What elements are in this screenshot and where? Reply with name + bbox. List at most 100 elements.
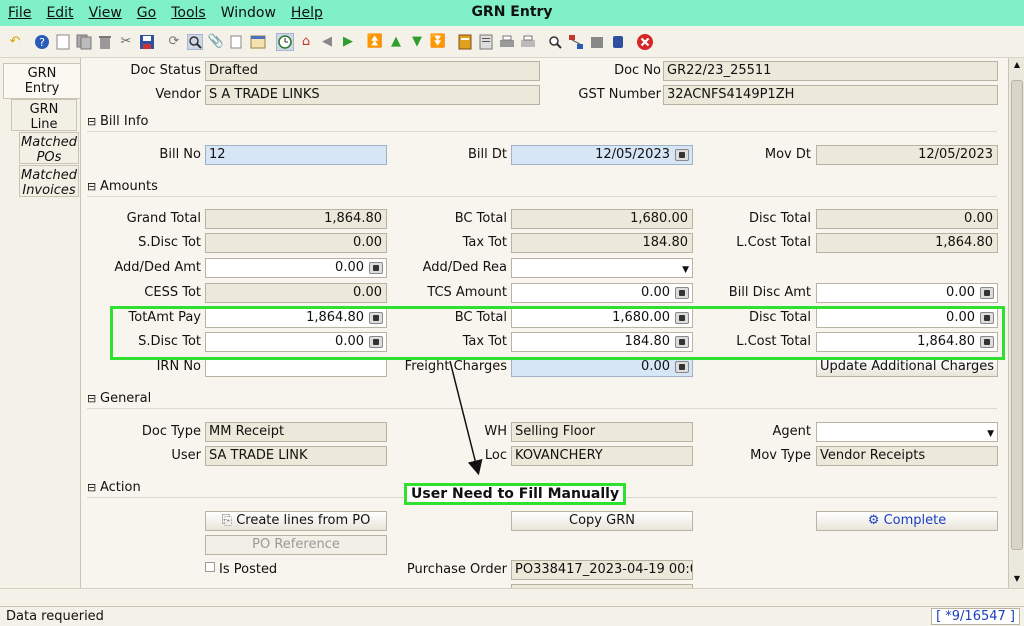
- forward-icon[interactable]: ▶: [339, 33, 357, 51]
- calculator-icon[interactable]: [369, 312, 383, 324]
- collapse-icon: ⊟: [87, 115, 97, 128]
- archive-icon[interactable]: [456, 33, 474, 51]
- complete-label: Complete: [883, 513, 947, 528]
- po-reference-button[interactable]: PO Reference: [205, 535, 387, 555]
- tab-matched-pos[interactable]: Matched POs: [19, 132, 79, 165]
- mov-type-field[interactable]: Vendor Receipts: [816, 446, 998, 466]
- bill-dt-field[interactable]: 12/05/2023: [511, 145, 693, 165]
- tcs-amount-field[interactable]: 0.00: [511, 283, 693, 303]
- workflow-icon[interactable]: [567, 33, 585, 51]
- tab-grn-entry[interactable]: GRN Entry: [3, 63, 80, 99]
- menu-window[interactable]: Window: [213, 5, 283, 21]
- complete-button[interactable]: ⚙ Complete: [816, 511, 998, 531]
- first-record-icon[interactable]: ⏫: [366, 33, 384, 51]
- calculator-icon[interactable]: [980, 336, 994, 348]
- close-icon[interactable]: [636, 33, 654, 51]
- disc-total2-field[interactable]: 0.00: [816, 308, 998, 328]
- calculator-icon[interactable]: [369, 262, 383, 274]
- wh-field[interactable]: Selling Floor: [511, 422, 693, 442]
- user-label: User: [171, 448, 201, 463]
- calculator-icon[interactable]: [675, 287, 689, 299]
- attachment-icon[interactable]: 📎: [207, 33, 225, 51]
- find-icon[interactable]: [186, 33, 204, 51]
- vendor-field[interactable]: S A TRADE LINKS: [205, 85, 540, 105]
- scroll-up-icon[interactable]: ▲: [1011, 60, 1023, 72]
- irn-no-field[interactable]: [205, 357, 387, 377]
- menu-tools[interactable]: Tools: [163, 5, 213, 21]
- menu-view[interactable]: View: [81, 5, 129, 21]
- refresh-icon[interactable]: ⟳: [165, 33, 183, 51]
- bill-no-field[interactable]: 12: [205, 145, 387, 165]
- menu-edit[interactable]: Edit: [38, 5, 80, 21]
- sdisc-tot-label: S.Disc Tot: [138, 235, 201, 250]
- gst-number-field: 32ACNFS4149P1ZH: [663, 85, 998, 105]
- section-bill-info[interactable]: ⊟ Bill Info: [87, 112, 997, 132]
- product-info-icon[interactable]: [609, 33, 627, 51]
- bill-disc-amt-field[interactable]: 0.00: [816, 283, 998, 303]
- undo-icon[interactable]: ↶: [6, 33, 24, 51]
- next-record-icon[interactable]: ▼: [408, 33, 426, 51]
- tab-matched-invoices[interactable]: Matched Invoices: [19, 165, 79, 198]
- zoom-icon[interactable]: [546, 33, 564, 51]
- section-general[interactable]: ⊟ General: [87, 389, 997, 409]
- lcost-total2-field[interactable]: 1,864.80: [816, 332, 998, 352]
- cess-tot-label: CESS Tot: [144, 285, 201, 300]
- agent-select[interactable]: ▼: [816, 422, 998, 442]
- calculator-icon[interactable]: [675, 361, 689, 373]
- delete-icon[interactable]: [96, 33, 114, 51]
- tax-tot2-field[interactable]: 184.80: [511, 332, 693, 352]
- back-icon[interactable]: ◀: [318, 33, 336, 51]
- calculator-icon[interactable]: [675, 312, 689, 324]
- create-lines-from-po-button[interactable]: ⎘ Create lines from PO: [205, 511, 387, 531]
- doc-type-field[interactable]: MM Receipt: [205, 422, 387, 442]
- process-icon[interactable]: [588, 33, 606, 51]
- history-icon[interactable]: [249, 33, 267, 51]
- totamt-pay-field[interactable]: 1,864.80: [205, 308, 387, 328]
- loc-label: Loc: [484, 448, 507, 463]
- report-icon[interactable]: [276, 32, 294, 51]
- bc-total2-field[interactable]: 1,680.00: [511, 308, 693, 328]
- save-icon[interactable]: [138, 33, 156, 51]
- calculator-icon[interactable]: [675, 336, 689, 348]
- previous-record-icon[interactable]: ▲: [387, 33, 405, 51]
- menu-file-label: File: [8, 5, 32, 21]
- calendar-icon[interactable]: [675, 149, 689, 161]
- copy-grn-button[interactable]: Copy GRN: [511, 511, 693, 531]
- copy-icon[interactable]: [75, 33, 93, 51]
- chat-icon[interactable]: [228, 33, 246, 51]
- calculator-icon[interactable]: [980, 312, 994, 324]
- sdisc-tot2-field[interactable]: 0.00: [205, 332, 387, 352]
- last-record-icon[interactable]: ⏬: [429, 33, 447, 51]
- record-info[interactable]: [ *9/16547 ]: [931, 608, 1020, 625]
- loc-field[interactable]: KOVANCHERY: [511, 446, 693, 466]
- new-icon[interactable]: [54, 33, 72, 51]
- menu-file[interactable]: File: [0, 5, 38, 21]
- collapse-icon: ⊟: [87, 481, 97, 494]
- freight-charges-field[interactable]: 0.00: [511, 357, 693, 377]
- tab-grn-entry-line2: Entry: [24, 81, 60, 96]
- menu-go[interactable]: Go: [129, 5, 163, 21]
- delete-selection-icon[interactable]: ✂: [117, 33, 135, 51]
- add-ded-amt-label: Add/Ded Amt: [114, 260, 201, 275]
- add-ded-rea-select[interactable]: ▼: [511, 258, 693, 278]
- sdisc-tot2-label: S.Disc Tot: [138, 334, 201, 349]
- request-icon[interactable]: [477, 33, 495, 51]
- purchase-order-field[interactable]: PO338417_2023-04-19 00:0: [511, 560, 693, 580]
- print-preview-icon[interactable]: [519, 33, 537, 51]
- print-icon[interactable]: [498, 33, 516, 51]
- tab-grn-line[interactable]: GRN Line: [11, 99, 77, 132]
- add-ded-amt-field[interactable]: 0.00: [205, 258, 387, 278]
- vertical-scrollbar[interactable]: ▲ ▼: [1008, 58, 1024, 588]
- menu-edit-label: Edit: [46, 5, 74, 21]
- scroll-thumb[interactable]: [1011, 80, 1023, 550]
- user-field[interactable]: SA TRADE LINK: [205, 446, 387, 466]
- calculator-icon[interactable]: [369, 336, 383, 348]
- section-amounts[interactable]: ⊟ Amounts: [87, 177, 997, 197]
- calculator-icon[interactable]: [980, 287, 994, 299]
- update-additional-charges-button[interactable]: Update Additional Charges: [816, 357, 998, 377]
- help-icon[interactable]: ?: [33, 33, 51, 51]
- is-posted-checkbox[interactable]: [205, 562, 215, 572]
- scroll-down-icon[interactable]: ▼: [1011, 574, 1023, 586]
- menu-help[interactable]: Help: [283, 5, 330, 21]
- home-icon[interactable]: ⌂: [297, 33, 315, 51]
